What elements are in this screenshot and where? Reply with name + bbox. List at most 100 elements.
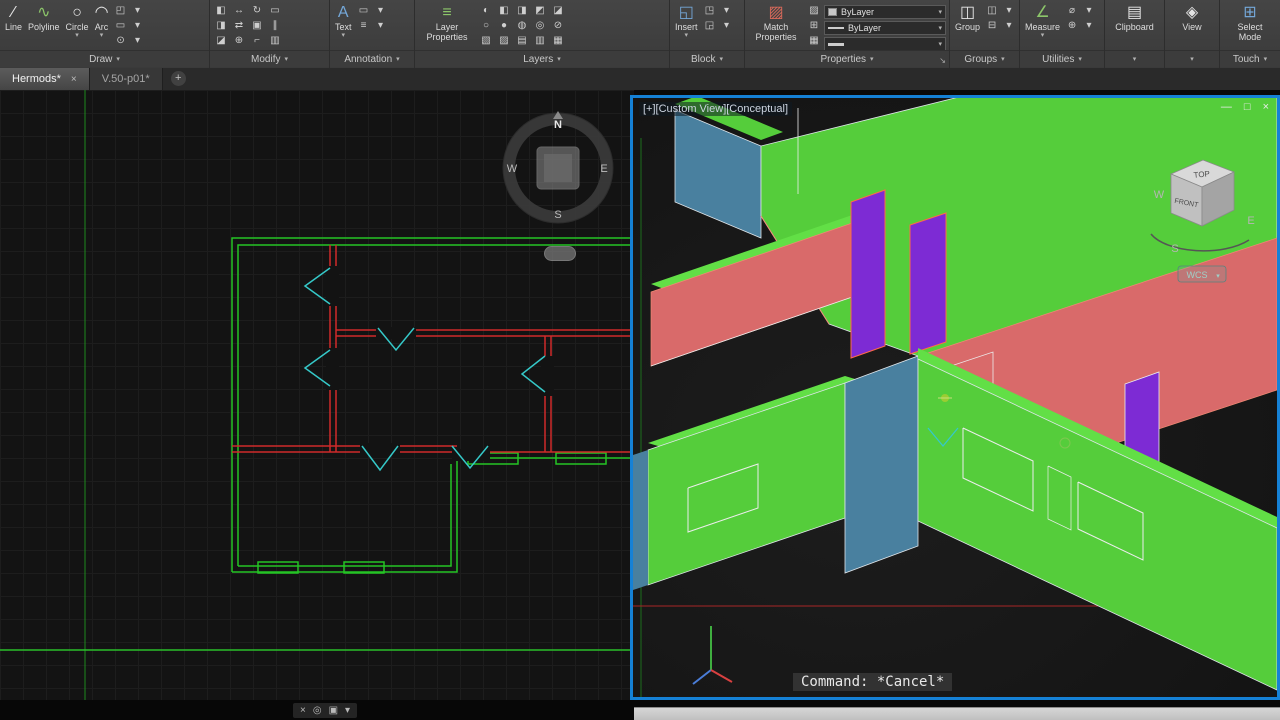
panel-label-block[interactable]: Block ▾ — [670, 50, 744, 67]
compass-e-label[interactable]: E — [600, 163, 607, 175]
text-flyout-icon[interactable]: ▾ — [342, 32, 346, 39]
status-tool-icon[interactable]: ◎ — [313, 705, 322, 716]
arc-button[interactable]: ◠ Arc ▾ — [93, 2, 111, 40]
viewcube-w-label[interactable]: W — [1154, 189, 1165, 201]
block-tool-icon[interactable]: ▾ — [719, 19, 735, 33]
annotation-tool-icon[interactable]: ▾ — [373, 19, 389, 33]
layer-tool-icon[interactable]: ○ — [478, 19, 494, 33]
command-line[interactable]: Command: *Cancel* — [793, 673, 953, 691]
wcs-caret-icon[interactable]: ▾ — [1216, 273, 1220, 280]
layer-tool-icon[interactable]: ◧ — [496, 4, 512, 18]
command-scrollbar[interactable] — [634, 707, 1280, 720]
layer-tool-icon[interactable]: ◪ — [550, 4, 566, 18]
panel-label-properties[interactable]: Properties ▾ ↘ — [745, 50, 949, 67]
linetype-dropdown[interactable]: ByLayer ▾ — [824, 21, 946, 35]
measure-flyout-icon[interactable]: ▾ — [1041, 32, 1045, 39]
insert-button[interactable]: ◱ Insert ▾ — [673, 2, 700, 40]
insert-flyout-icon[interactable]: ▾ — [685, 32, 689, 39]
circle-flyout-icon[interactable]: ▾ — [75, 32, 79, 39]
groups-tool-icon[interactable]: ▾ — [1001, 19, 1017, 33]
compass-n-label[interactable]: N — [554, 119, 562, 131]
file-tab-v50[interactable]: V.50-p01* — [89, 68, 163, 90]
layer-tool-icon[interactable]: ▧ — [478, 34, 494, 48]
modify-tool-icon[interactable]: ⌐ — [249, 34, 265, 48]
file-tab-hermods[interactable]: Hermods* × — [0, 68, 90, 90]
draw-tool-icon[interactable]: ◰ — [113, 4, 129, 18]
status-tool-icon[interactable]: ▣ — [329, 705, 338, 716]
modify-tool-icon[interactable]: ◪ — [213, 34, 229, 48]
object-color-dropdown[interactable]: ByLayer ▾ — [824, 5, 946, 19]
viewcube-top-label[interactable]: TOP — [1193, 169, 1210, 180]
line-button[interactable]: ∕ Line — [3, 2, 24, 33]
groups-tool-icon[interactable]: ⊟ — [984, 19, 1000, 33]
minimize-icon[interactable]: — — [1221, 101, 1232, 113]
draw-tool-icon[interactable]: ⊙ — [113, 34, 129, 48]
layer-tool-icon[interactable]: ◍ — [514, 19, 530, 33]
new-tab-button[interactable]: + — [170, 71, 186, 86]
annotation-tool-icon[interactable]: ▭ — [356, 4, 372, 18]
modify-tool-icon[interactable]: ◧ — [213, 4, 229, 18]
panel-label-draw[interactable]: Draw ▾ — [0, 50, 209, 67]
viewport-controls-label[interactable]: [+][Custom View][Conceptual] — [639, 102, 793, 116]
panel-label-clipboard[interactable]: ▾ — [1105, 50, 1164, 67]
layer-tool-icon[interactable]: ◨ — [514, 4, 530, 18]
navbar-handle[interactable] — [544, 246, 576, 261]
panel-label-utilities[interactable]: Utilities ▾ — [1020, 50, 1104, 67]
block-tool-icon[interactable]: ▾ — [719, 4, 735, 18]
draw-tool-icon[interactable]: ▾ — [130, 19, 146, 33]
modify-tool-icon[interactable]: ◨ — [213, 19, 229, 33]
select-mode-button[interactable]: ⊞ Select Mode — [1223, 2, 1277, 43]
panel-label-touch[interactable]: Touch ▾ — [1220, 50, 1280, 67]
layer-tool-icon[interactable]: ◐ — [478, 4, 494, 18]
properties-tool-icon[interactable]: ⊞ — [806, 19, 822, 33]
compass-w-label[interactable]: W — [507, 163, 518, 175]
panel-label-annotation[interactable]: Annotation ▾ — [330, 50, 414, 67]
layer-tool-icon[interactable]: ◩ — [532, 4, 548, 18]
model-3d-canvas[interactable]: TOP FRONT W E S WCS ▾ — [633, 98, 1277, 697]
modify-tool-icon[interactable]: ▥ — [267, 34, 283, 48]
circle-button[interactable]: ○ Circle ▾ — [64, 2, 91, 40]
text-button[interactable]: A Text ▾ — [333, 2, 354, 40]
modify-tool-icon[interactable]: ⊕ — [231, 34, 247, 48]
utilities-tool-icon[interactable]: ▾ — [1081, 19, 1097, 33]
wcs-menu[interactable]: WCS ▾ — [1177, 265, 1227, 283]
panel-label-modify[interactable]: Modify ▾ — [210, 50, 329, 67]
annotation-tool-icon[interactable]: ≡ — [356, 19, 372, 33]
lineweight-dropdown[interactable]: ▾ — [824, 37, 946, 50]
viewcube-s-label[interactable]: S — [1171, 243, 1178, 255]
panel-label-view[interactable]: ▾ — [1165, 50, 1219, 67]
annotation-tool-icon[interactable]: ▾ — [373, 4, 389, 18]
close-icon[interactable]: × — [1263, 101, 1269, 113]
utilities-tool-icon[interactable]: ⌀ — [1064, 4, 1080, 18]
layer-tool-icon[interactable]: ▤ — [514, 34, 530, 48]
draw-tool-icon[interactable]: ▾ — [130, 34, 146, 48]
panel-label-groups[interactable]: Groups ▾ — [950, 50, 1019, 67]
restore-icon[interactable]: □ — [1244, 101, 1251, 113]
polyline-button[interactable]: ∿ Polyline — [26, 2, 62, 33]
block-tool-icon[interactable]: ◲ — [702, 19, 718, 33]
layer-tool-icon[interactable]: ▦ — [550, 34, 566, 48]
block-tool-icon[interactable]: ◳ — [702, 4, 718, 18]
measure-button[interactable]: ∠ Measure ▾ — [1023, 2, 1062, 40]
layer-tool-icon[interactable]: ▨ — [496, 34, 512, 48]
modify-tool-icon[interactable]: ▣ — [249, 19, 265, 33]
wcs-label[interactable]: WCS — [1187, 270, 1208, 280]
modify-tool-icon[interactable]: ∥ — [267, 19, 283, 33]
close-tab-icon[interactable]: × — [71, 74, 77, 85]
groups-tool-icon[interactable]: ▾ — [1001, 4, 1017, 18]
clipboard-button[interactable]: ▤ Clipboard — [1113, 2, 1156, 33]
viewcube-e-label[interactable]: E — [1247, 215, 1254, 227]
arc-flyout-icon[interactable]: ▾ — [100, 32, 104, 39]
modify-tool-icon[interactable]: ↔ — [231, 4, 247, 18]
compass-s-label[interactable]: S — [554, 209, 561, 221]
modify-tool-icon[interactable]: ↻ — [249, 4, 265, 18]
layer-tool-icon[interactable]: ⊘ — [550, 19, 566, 33]
status-tool-icon[interactable]: ▾ — [345, 705, 350, 716]
modify-tool-icon[interactable]: ▭ — [267, 4, 283, 18]
draw-tool-icon[interactable]: ▭ — [113, 19, 129, 33]
utilities-tool-icon[interactable]: ⊕ — [1064, 19, 1080, 33]
layer-properties-button[interactable]: ≡ Layer Properties — [418, 2, 476, 43]
layer-tool-icon[interactable]: ● — [496, 19, 512, 33]
properties-tool-icon[interactable]: ▦ — [806, 34, 822, 48]
panel-label-layers[interactable]: Layers ▾ — [415, 50, 669, 67]
